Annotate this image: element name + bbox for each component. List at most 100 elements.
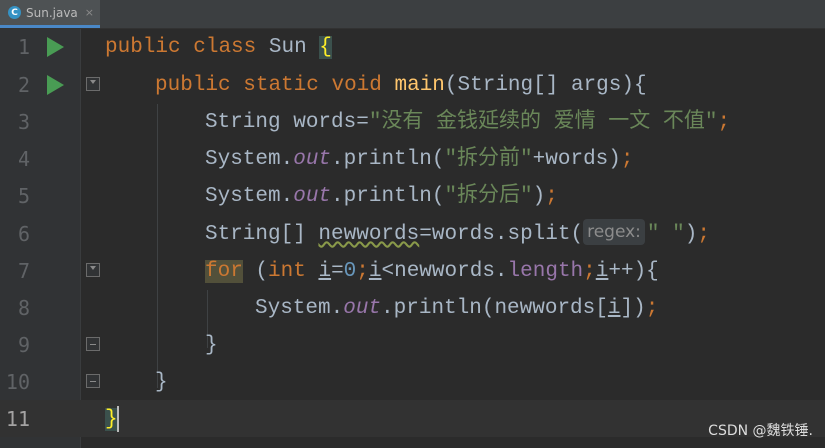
java-class-icon: C — [8, 6, 21, 19]
class-name: Sun — [268, 36, 307, 59]
code-part: String words= — [205, 111, 369, 134]
keyword: for — [205, 260, 243, 283]
number-literal: 0 — [343, 260, 357, 283]
code-part: = — [331, 260, 344, 283]
semicolon: ; — [620, 148, 634, 171]
code-part: ++){ — [608, 260, 659, 283]
text-caret — [117, 406, 119, 432]
code-part: <newwords. — [381, 260, 508, 283]
code-part: System. — [205, 185, 294, 208]
code-line-4[interactable]: 4 System.out.println("拆分前"+words); — [0, 141, 825, 178]
code-part: System. — [255, 297, 344, 320]
code-part: ) — [532, 185, 546, 208]
field-out: out — [343, 297, 382, 320]
code-part: .println( — [331, 185, 445, 208]
keyword: int — [268, 260, 306, 283]
code-line-1[interactable]: 1 public class Sun { — [0, 29, 825, 66]
line-number: 8 — [17, 296, 30, 320]
semicolon: ; — [356, 260, 369, 283]
line-number: 6 — [17, 222, 30, 246]
tab-label: Sun.java — [26, 5, 78, 20]
field-length: length — [507, 260, 584, 283]
code-text: String words="没有 金钱延续的 爱情 一文 不值"; — [205, 104, 730, 141]
code-text: } — [205, 327, 218, 364]
line-number: 5 — [17, 184, 30, 208]
field-out: out — [293, 185, 332, 208]
line-number: 3 — [17, 110, 30, 134]
line-number: 2 — [17, 73, 30, 97]
code-line-7[interactable]: 7 for (int i=0;i<newwords.length;i++){ — [0, 253, 825, 290]
code-text: } — [105, 401, 118, 438]
keyword: static — [243, 74, 319, 97]
variable-i: i — [368, 260, 382, 283]
code-line-10[interactable]: 10 } — [0, 364, 825, 401]
field-out: out — [293, 148, 332, 171]
string-literal: " " — [646, 223, 685, 246]
fold-icon[interactable] — [86, 263, 100, 277]
closing-brace: } — [205, 334, 218, 357]
keyword: public — [155, 74, 231, 97]
code-line-8[interactable]: 8 System.out.println(newwords[i]); — [0, 290, 825, 327]
code-text: System.out.println("拆分前"+words); — [205, 141, 634, 178]
line-number: 7 — [17, 259, 30, 283]
tab-sun-java[interactable]: C Sun.java × — [0, 0, 100, 28]
code-part: ]) — [620, 297, 646, 320]
run-icon[interactable] — [47, 37, 64, 57]
parameter-hint: regex: — [583, 219, 645, 245]
variable-i: i — [595, 260, 609, 283]
keyword: public — [105, 36, 181, 59]
semicolon: ; — [697, 223, 710, 246]
line-number: 4 — [17, 147, 30, 171]
string-literal: "拆分后" — [444, 185, 533, 208]
brace: { — [319, 36, 332, 59]
variable-newwords: newwords — [318, 223, 420, 246]
code-line-11[interactable]: 11 } — [0, 401, 825, 438]
code-line-6[interactable]: 6 String[] newwords=words.split(regex: " … — [0, 216, 825, 253]
fold-end-icon[interactable] — [86, 337, 100, 351]
code-text: System.out.println("拆分后"); — [205, 178, 558, 215]
code-line-2[interactable]: 2 public static void main(String[] args)… — [0, 67, 825, 104]
closing-brace: } — [155, 371, 168, 394]
variable-i: i — [607, 297, 621, 320]
line-number: 10 — [5, 370, 30, 394]
fold-icon[interactable] — [86, 77, 100, 91]
code-text: public static void main(String[] args){ — [155, 67, 647, 104]
code-part: =words.split( — [419, 223, 584, 246]
keyword: void — [331, 74, 382, 97]
code-part: String[] — [205, 223, 319, 246]
method-name: main — [394, 74, 445, 97]
code-text: } — [155, 364, 168, 401]
semicolon: ; — [583, 260, 596, 283]
run-icon[interactable] — [47, 75, 64, 95]
code-line-5[interactable]: 5 System.out.println("拆分后"); — [0, 178, 825, 215]
semicolon: ; — [645, 297, 659, 320]
code-line-9[interactable]: 9 } — [0, 327, 825, 364]
string-literal: "没有 金钱延续的 爱情 一文 不值" — [368, 111, 718, 134]
code-part: ( — [242, 260, 269, 283]
code-text: for (int i=0;i<newwords.length;i++){ — [205, 253, 659, 290]
string-literal: "拆分前" — [444, 148, 533, 171]
line-number: 1 — [17, 35, 30, 59]
code-part: .println( — [331, 148, 445, 171]
keyword: class — [193, 36, 257, 59]
line-number: 11 — [5, 407, 30, 431]
watermark: CSDN @魏铁锤. — [708, 423, 813, 439]
code-part: .println(newwords[ — [381, 297, 608, 320]
code-part: +words) — [532, 148, 621, 171]
code-part — [306, 260, 319, 283]
code-line-3[interactable]: 3 String words="没有 金钱延续的 爱情 一文 不值"; — [0, 104, 825, 141]
code-text: System.out.println(newwords[i]); — [255, 290, 658, 327]
line-number: 9 — [17, 333, 30, 357]
editor-tab-bar: C Sun.java × — [0, 0, 825, 29]
code-part: ) — [684, 223, 698, 246]
closing-brace: } — [105, 408, 118, 431]
code-text: public class Sun { — [105, 29, 332, 66]
variable-i: i — [318, 260, 332, 283]
code-text: String[] newwords=words.split(regex: " ")… — [205, 216, 710, 253]
params: (String[] args){ — [444, 74, 647, 97]
close-icon[interactable]: × — [85, 6, 94, 19]
semicolon: ; — [545, 185, 558, 208]
fold-end-icon[interactable] — [86, 374, 100, 388]
code-part: System. — [205, 148, 294, 171]
semicolon: ; — [717, 111, 731, 134]
